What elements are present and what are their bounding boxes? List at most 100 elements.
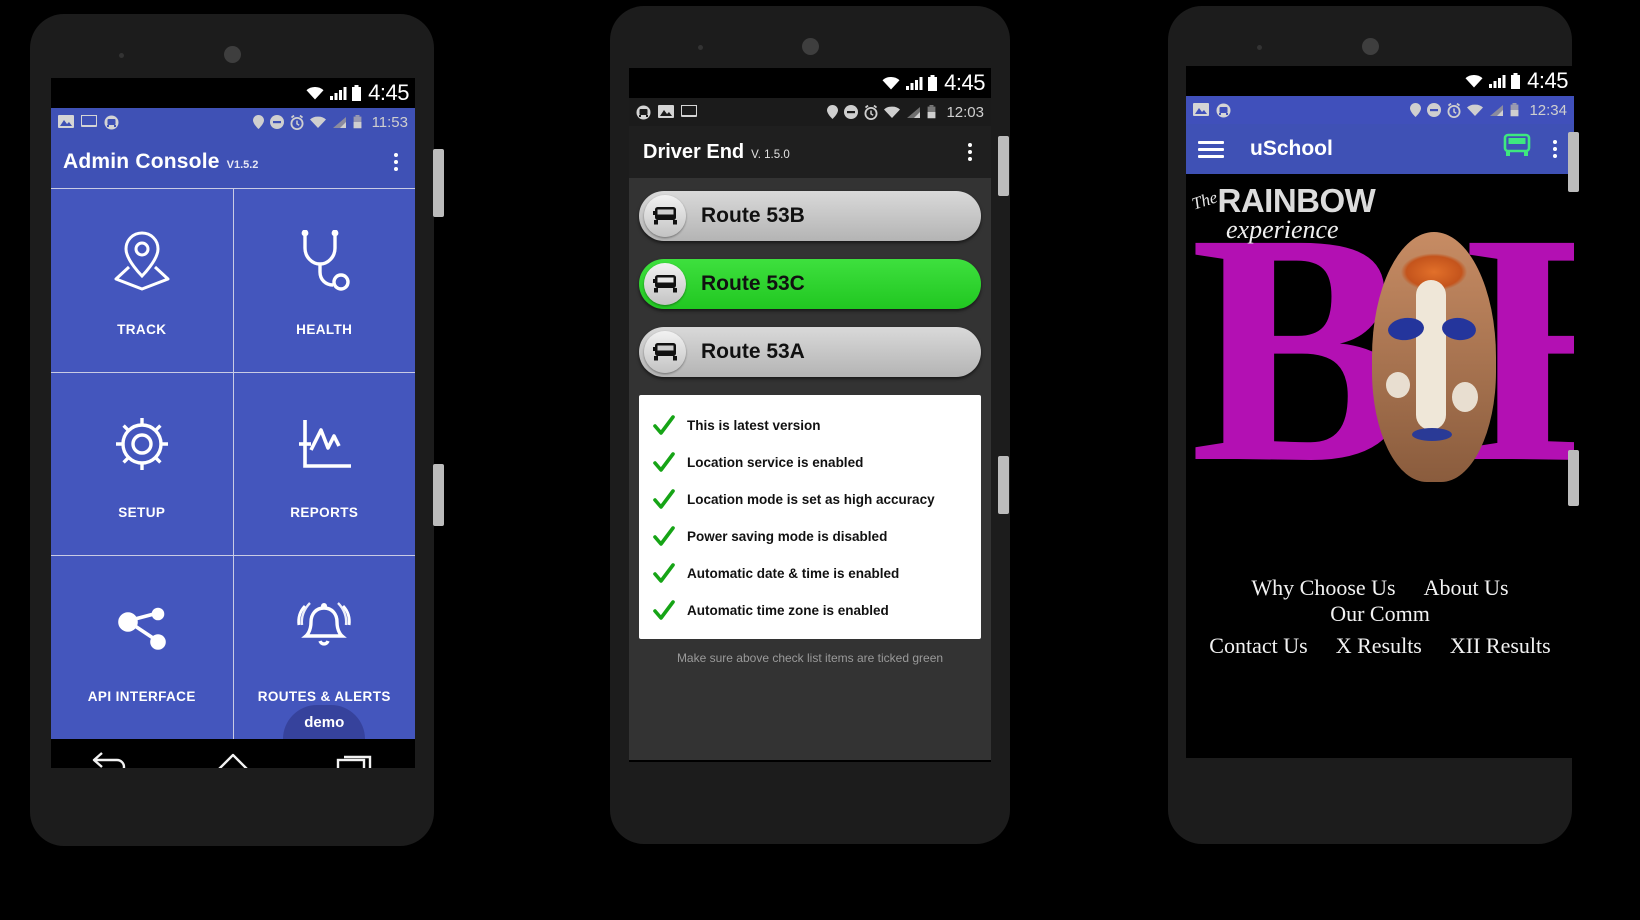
- app-bar-uschool: uSchool: [1186, 124, 1574, 174]
- battery-icon: [1511, 103, 1519, 117]
- bus-icon[interactable]: [1502, 133, 1532, 165]
- tile-health[interactable]: HEALTH: [233, 189, 415, 372]
- wifi-icon: [1467, 104, 1484, 116]
- app-title: uSchool: [1250, 137, 1333, 160]
- nav-link-our-community[interactable]: Our Comm: [1330, 601, 1430, 626]
- battery-icon: [1511, 72, 1521, 89]
- webview-content: B B TheRAINBOW experience: [1186, 174, 1574, 758]
- alarm-icon: [290, 114, 304, 130]
- phone-device-uschool: 4:45 12:34 uSchool B TheRAINBOW experien…: [1168, 6, 1579, 844]
- checklist-item: Location service is enabled: [639, 444, 981, 481]
- front-camera-icon: [1362, 38, 1379, 55]
- tile-setup[interactable]: SETUP: [51, 372, 233, 556]
- overflow-menu-icon[interactable]: [963, 139, 977, 165]
- system-status-bar: 4:45: [51, 78, 415, 108]
- checklist-item: This is latest version: [639, 407, 981, 444]
- status-bar-clock: 4:45: [368, 80, 409, 105]
- nav-link-about-us[interactable]: About Us: [1424, 575, 1509, 600]
- share-nodes-icon: [114, 591, 170, 665]
- route-label: Route 53A: [701, 340, 805, 363]
- check-icon: [653, 414, 675, 435]
- phone-device-admin-console: 4:45 11:53 Admin Console V1.5.2 TRACK HE…: [30, 14, 444, 846]
- screen-scroll-edge: [1568, 450, 1579, 506]
- nav-row-2: Contact Us X Results XII Results: [1186, 633, 1574, 659]
- route-item[interactable]: Route 53C: [639, 259, 981, 309]
- route-item[interactable]: Route 53B: [639, 191, 981, 241]
- image-icon: [58, 115, 74, 128]
- map-pin-icon: [112, 224, 172, 298]
- cover-logo-the: The: [1189, 187, 1220, 214]
- nav-link-x-results[interactable]: X Results: [1336, 633, 1422, 658]
- wifi-icon: [884, 106, 901, 118]
- site-nav-links: Why Choose Us About Us Our Comm Contact …: [1186, 549, 1574, 659]
- checklist-label: Automatic time zone is enabled: [687, 603, 889, 618]
- check-icon: [653, 488, 675, 509]
- checklist-note: Make sure above check list items are tic…: [676, 651, 944, 665]
- tile-label: REPORTS: [290, 505, 359, 521]
- cover-logo-main: RAINBOW: [1217, 182, 1376, 219]
- back-button[interactable]: [91, 751, 131, 768]
- signal-icon: [906, 77, 923, 90]
- nav-link-contact-us[interactable]: Contact Us: [1209, 633, 1307, 658]
- face-cheek-left: [1386, 372, 1410, 398]
- face-eye-right: [1440, 316, 1478, 342]
- tile-label: API INTERFACE: [87, 689, 196, 705]
- check-icon: [653, 525, 675, 546]
- notification-bar-clock: 12:03: [946, 103, 984, 121]
- tile-track[interactable]: TRACK: [51, 189, 233, 372]
- location-icon: [252, 115, 264, 129]
- screenshot-root: 4:45 11:53 Admin Console V1.5.2 TRACK HE…: [0, 0, 1640, 920]
- notification-bar: 11:53: [51, 108, 415, 136]
- checklist-label: Location mode is set as high accuracy: [687, 492, 935, 507]
- route-item[interactable]: Route 53A: [639, 327, 981, 377]
- bus-icon: [644, 331, 686, 373]
- stethoscope-icon: [295, 224, 353, 298]
- home-button[interactable]: [212, 751, 254, 768]
- gear-icon: [113, 407, 171, 481]
- tile-routes-alerts[interactable]: ROUTES & ALERTS demo: [233, 556, 415, 739]
- checklist-item: Automatic date & time is enabled: [639, 555, 981, 592]
- signal-icon: [1490, 104, 1504, 116]
- app-version-label: V1.5.2: [226, 159, 259, 171]
- check-icon: [653, 562, 675, 583]
- checklist-item: Location mode is set as high accuracy: [639, 481, 981, 518]
- phone-device-driver-end: 4:45 12:03 Driver End V. 1.5.0 Route 53B…: [610, 6, 1010, 844]
- overflow-menu-icon[interactable]: [1548, 136, 1562, 162]
- app-bar-admin-console: Admin Console V1.5.2: [51, 136, 415, 188]
- checklist-label: Automatic date & time is enabled: [687, 566, 900, 581]
- tile-label: TRACK: [117, 321, 167, 337]
- tile-reports[interactable]: REPORTS: [233, 372, 415, 556]
- route-label: Route 53B: [701, 204, 805, 227]
- bell-ring-icon: [293, 591, 355, 665]
- notification-bar: 12:03: [629, 98, 991, 126]
- notification-bar-clock: 11:53: [371, 113, 408, 131]
- recents-button[interactable]: [335, 751, 375, 768]
- cast-icon: [81, 115, 97, 127]
- nav-link-why-choose-us[interactable]: Why Choose Us: [1251, 575, 1395, 600]
- wifi-icon: [306, 86, 324, 100]
- bus-icon: [644, 263, 686, 305]
- face-stripe: [1416, 280, 1446, 430]
- status-bar-clock: 4:45: [1527, 68, 1568, 93]
- bus-icon: [644, 195, 686, 237]
- location-icon: [1410, 103, 1422, 117]
- face-cheek-right: [1452, 382, 1478, 412]
- wifi-icon: [1465, 74, 1483, 88]
- nav-link-xii-results[interactable]: XII Results: [1450, 633, 1551, 658]
- battery-icon: [353, 115, 361, 129]
- checklist-card: This is latest version Location service …: [639, 395, 981, 639]
- cast-icon: [681, 105, 697, 117]
- menu-icon[interactable]: [1198, 140, 1224, 158]
- phone-bezel: [30, 14, 434, 78]
- tile-label: HEALTH: [296, 321, 353, 337]
- check-icon: [653, 599, 675, 620]
- battery-icon: [352, 84, 362, 101]
- signal-icon: [332, 116, 346, 128]
- overflow-menu-icon[interactable]: [389, 149, 403, 175]
- screen-scroll-edge: [433, 464, 444, 526]
- driver-end-content: Route 53B Route 53C Route 53A This is la…: [629, 178, 991, 760]
- proximity-sensor-icon: [698, 45, 703, 50]
- signal-icon: [907, 106, 921, 118]
- wifi-icon: [309, 116, 326, 128]
- tile-api-interface[interactable]: API INTERFACE: [51, 556, 233, 739]
